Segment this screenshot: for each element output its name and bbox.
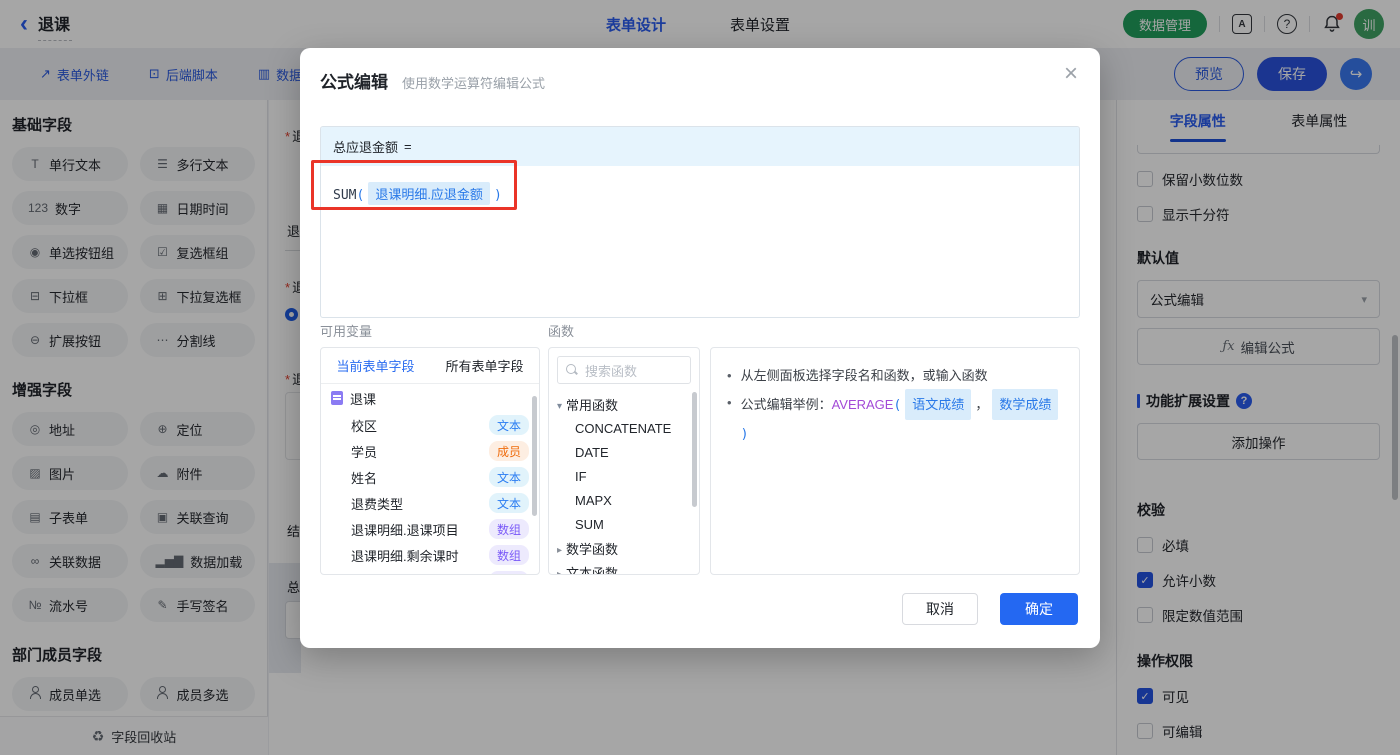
field-type-badge: 数组: [488, 545, 529, 565]
example-chip: 数学成绩: [992, 389, 1059, 420]
form-doc-icon: [331, 391, 343, 405]
function-row-label: 常用函数: [566, 397, 619, 413]
formula-function: SUM: [333, 188, 357, 203]
chevron-icon: [557, 565, 562, 575]
variables-label: 可用变量: [320, 324, 373, 339]
formula-input-area[interactable]: SUM(退课明细.应退金额): [321, 166, 1079, 221]
function-item[interactable]: DATE: [549, 440, 699, 464]
variable-field-row[interactable]: 退课明细.退课项目 数组: [321, 516, 539, 542]
formula-target-row: 总应退金额 =: [321, 127, 1079, 166]
function-group-text[interactable]: 文本函数: [549, 560, 699, 575]
function-row-label: 数学函数: [566, 541, 619, 557]
variable-field-name: 学员: [351, 444, 378, 460]
cancel-button[interactable]: 取消: [902, 593, 978, 625]
function-item[interactable]: CONCATENATE: [549, 416, 699, 440]
function-search-input[interactable]: 搜索函数: [557, 356, 691, 384]
variable-field-name: 姓名: [351, 470, 378, 486]
scrollbar[interactable]: [532, 396, 537, 516]
variables-panel: 当前表单字段 所有表单字段 退课 校区 文本 学员 成员 姓名 文本 退费类型 …: [320, 347, 540, 575]
function-group-math[interactable]: 数学函数: [549, 536, 699, 560]
chevron-icon: [557, 397, 562, 412]
field-type-badge: 文本: [488, 415, 529, 435]
variable-field-row[interactable]: 姓名 文本: [321, 464, 539, 490]
formula-variable-chip[interactable]: 退课明细.应退金额: [368, 182, 490, 205]
help-example: • 公式编辑举例：AVERAGE(语文成绩，数学成绩): [727, 389, 1063, 448]
function-item[interactable]: SUM: [549, 512, 699, 536]
variable-field-name: 退课明细.退课项目: [351, 522, 459, 538]
search-icon: [566, 364, 578, 376]
formula-equals: =: [404, 139, 412, 154]
variable-field-name: 退课明细.剩余课时: [351, 548, 459, 564]
function-row-label: 文本函数: [566, 565, 619, 575]
field-type-badge: 成员: [488, 441, 529, 461]
chevron-icon: [557, 541, 562, 556]
function-row-label: IF: [575, 468, 587, 484]
modal-title: 公式编辑: [320, 73, 388, 92]
variable-field-name: 退费类型: [351, 496, 404, 512]
tab-current-form-fields[interactable]: 当前表单字段: [336, 356, 414, 375]
help-panel: • 从左侧面板选择字段名和函数，或输入函数 • 公式编辑举例：AVERAGE(语…: [710, 347, 1080, 575]
formula-editor: 总应退金额 = SUM(退课明细.应退金额): [320, 126, 1080, 318]
form-designer-page: ‹ 退课 表单设计 表单设置 数据管理 A ? 训 ↗ 表单外链 ⊡ 后端脚本 …: [0, 0, 1400, 755]
functions-panel: 搜索函数 常用函数 CONCATENATE DATE: [548, 347, 700, 575]
formula-editor-modal: 公式编辑 使用数学运算符编辑公式 × 总应退金额 = SUM(退课明细.应退金额…: [300, 48, 1100, 648]
variable-field-row[interactable]: 退费类型 文本: [321, 490, 539, 516]
modal-subtitle: 使用数学运算符编辑公式: [402, 76, 546, 91]
example-function: AVERAGE: [831, 397, 894, 412]
example-chip: 语文成绩: [905, 389, 972, 420]
variable-field-name: 校区: [351, 418, 378, 434]
functions-label: 函数: [548, 324, 575, 339]
help-tip: • 从左侧面板选择字段名和函数，或输入函数: [727, 368, 988, 383]
function-group-common[interactable]: 常用函数: [549, 392, 699, 416]
variable-field-row[interactable]: 学员 成员: [321, 438, 539, 464]
close-icon[interactable]: ×: [1064, 62, 1078, 86]
function-row-label: MAPX: [575, 492, 612, 508]
variable-field-row[interactable]: 数组: [321, 568, 539, 574]
field-type-badge: 文本: [488, 493, 529, 513]
variable-field-row[interactable]: 退课明细.剩余课时 数组: [321, 542, 539, 568]
formula-target: 总应退金额: [333, 140, 399, 155]
function-row-label: CONCATENATE: [575, 420, 672, 436]
function-row-label: DATE: [575, 444, 609, 460]
variables-tree-root[interactable]: 退课: [321, 384, 539, 412]
variable-field-row[interactable]: 校区 文本: [321, 412, 539, 438]
field-type-badge: 数组: [488, 519, 529, 539]
scrollbar[interactable]: [692, 392, 697, 507]
field-type-badge: 文本: [488, 467, 529, 487]
tab-all-form-fields[interactable]: 所有表单字段: [445, 356, 523, 375]
function-row-label: SUM: [575, 516, 604, 532]
function-item[interactable]: MAPX: [549, 488, 699, 512]
function-item[interactable]: IF: [549, 464, 699, 488]
field-type-badge: 数组: [488, 571, 529, 574]
confirm-button[interactable]: 确定: [1000, 593, 1078, 625]
search-placeholder: 搜索函数: [585, 363, 638, 379]
